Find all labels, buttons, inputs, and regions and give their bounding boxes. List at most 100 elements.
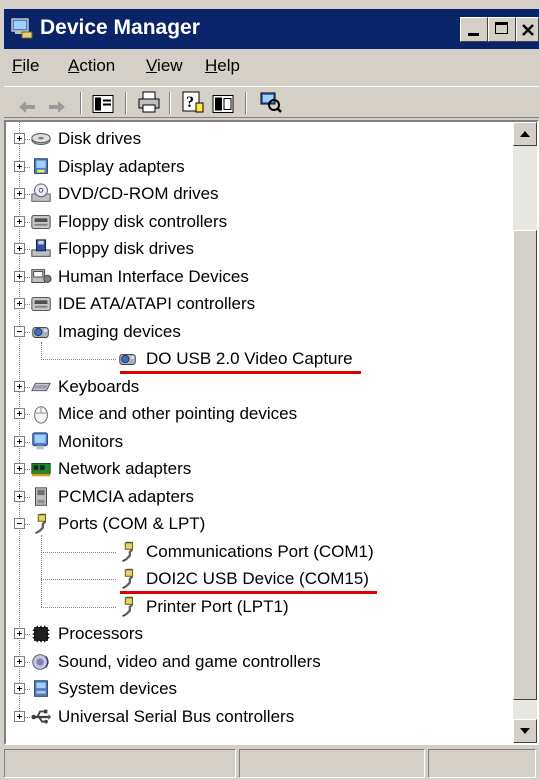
status-pane [428,749,536,778]
menu-bar: File Action View Help [4,50,539,84]
maximize-button[interactable] [488,17,516,42]
disk-drive-icon [31,133,51,145]
tree-child-label: DOI2C USB Device (COM15) [146,569,369,588]
tree-node[interactable]: Keyboards [6,374,506,401]
expand-icon[interactable] [14,628,25,639]
tree-connector [41,579,116,580]
tree-node-label: Ports (COM & LPT) [58,514,206,533]
floppy-controller-icon [31,214,51,229]
show-hide-tree-icon[interactable] [92,93,114,115]
tree-child-node[interactable]: Printer Port (LPT1) [6,594,506,621]
expand-icon[interactable] [14,215,25,227]
tree-node[interactable]: PCMCIA adapters [6,484,506,511]
tree-node[interactable]: System devices [6,676,506,703]
expand-icon[interactable] [14,463,25,474]
device-tree[interactable]: Disk drives Display adapters DVD/CD-ROM dr… [6,122,515,743]
vertical-scrollbar[interactable] [513,122,537,743]
tree-node-label: System devices [58,679,178,698]
tree-node[interactable]: Disk drives [6,126,506,153]
collapse-icon[interactable] [14,518,25,529]
toolbar-separator [80,92,82,114]
properties-icon[interactable] [212,93,234,115]
expand-icon[interactable] [14,655,25,667]
status-pane-main [4,749,236,778]
menu-file[interactable]: File [12,56,39,76]
toolbar-separator [125,92,127,114]
mouse-icon [34,406,48,424]
tree-node[interactable]: Universal Serial Bus controllers [6,704,506,731]
tree-connector [25,689,30,690]
tree-node-label: Floppy disk drives [58,239,195,258]
expand-icon[interactable] [14,683,25,694]
forward-arrow-icon[interactable] [48,96,66,118]
tree-node-label: Floppy disk controllers [58,211,228,231]
tree-child-node[interactable]: Communications Port (COM1) [6,539,506,566]
tree-node-label: Processors [58,624,144,643]
tree-node[interactable]: DVD/CD-ROM drives [6,181,506,208]
expand-icon[interactable] [14,380,25,392]
tree-connector [25,386,30,388]
tree-connector [25,524,30,525]
tree-connector [25,414,30,415]
tree-connector [25,304,30,305]
tree-node[interactable]: Floppy disk drives [6,236,506,263]
menu-view[interactable]: View [146,56,183,76]
scroll-up-button[interactable] [513,122,537,146]
expand-icon[interactable] [14,270,25,282]
tree-connector [25,634,30,635]
tree-node[interactable]: Imaging devices [6,319,506,346]
close-button[interactable] [516,17,539,42]
tree-node[interactable]: Processors [6,621,506,648]
toolbar-separator [169,92,171,114]
tree-node-label: Display adapters [58,156,185,176]
tree-node[interactable]: IDE ATA/ATAPI controllers [6,291,506,318]
device-manager-icon [11,18,33,39]
expand-icon[interactable] [14,710,25,722]
tree-child-node[interactable]: DOI2C USB Device (COM15) [6,566,506,594]
tree-node-label: Monitors [58,431,124,451]
menu-help[interactable]: Help [205,56,240,76]
menu-action[interactable]: Action [68,56,115,76]
expand-icon[interactable] [14,435,25,447]
scan-hardware-icon[interactable] [259,91,283,113]
tree-node[interactable]: Mice and other pointing devices [6,401,506,428]
pcmcia-icon [35,486,47,506]
camera-icon [32,326,49,338]
scroll-thumb[interactable] [513,230,537,700]
help-icon[interactable]: ? [182,91,204,113]
tree-node[interactable]: Network adapters [6,456,506,483]
tree-connector [25,166,30,168]
tree-connector [41,534,42,608]
tree-node-label: PCMCIA adapters [58,486,195,506]
tree-node-label: Mice and other pointing devices [58,404,298,423]
scroll-down-button[interactable] [513,719,537,743]
tree-node-label: IDE ATA/ATAPI controllers [58,294,256,313]
tree-node[interactable]: Display adapters [6,154,506,181]
system-device-icon [34,680,48,697]
toolbar: ? [4,86,539,118]
tree-child-node[interactable]: DO USB 2.0 Video Capture [6,346,506,374]
expand-icon[interactable] [14,408,25,419]
tree-node[interactable]: Human Interface Devices [6,264,506,291]
tree-connector [25,276,30,278]
expand-icon[interactable] [14,188,25,199]
tree-node[interactable]: Monitors [6,429,506,456]
minimize-button[interactable] [460,17,488,42]
tree-connector [25,221,30,223]
cdrom-icon [31,183,51,202]
port-icon [122,596,134,617]
status-bar [4,747,539,780]
tree-node[interactable]: Sound, video and game controllers [6,649,506,676]
print-icon[interactable] [137,91,161,113]
back-arrow-icon[interactable] [18,96,36,118]
tree-node[interactable]: Ports (COM & LPT) [6,511,506,538]
title-bar[interactable]: Device Manager [4,9,539,49]
expand-icon[interactable] [14,298,25,309]
expand-icon[interactable] [14,243,25,254]
expand-icon[interactable] [14,160,25,172]
expand-icon[interactable] [14,490,25,502]
collapse-icon[interactable] [14,325,25,337]
expand-icon[interactable] [14,133,25,144]
tree-node-label: Imaging devices [58,321,181,341]
tree-node[interactable]: Floppy disk controllers [6,209,506,236]
